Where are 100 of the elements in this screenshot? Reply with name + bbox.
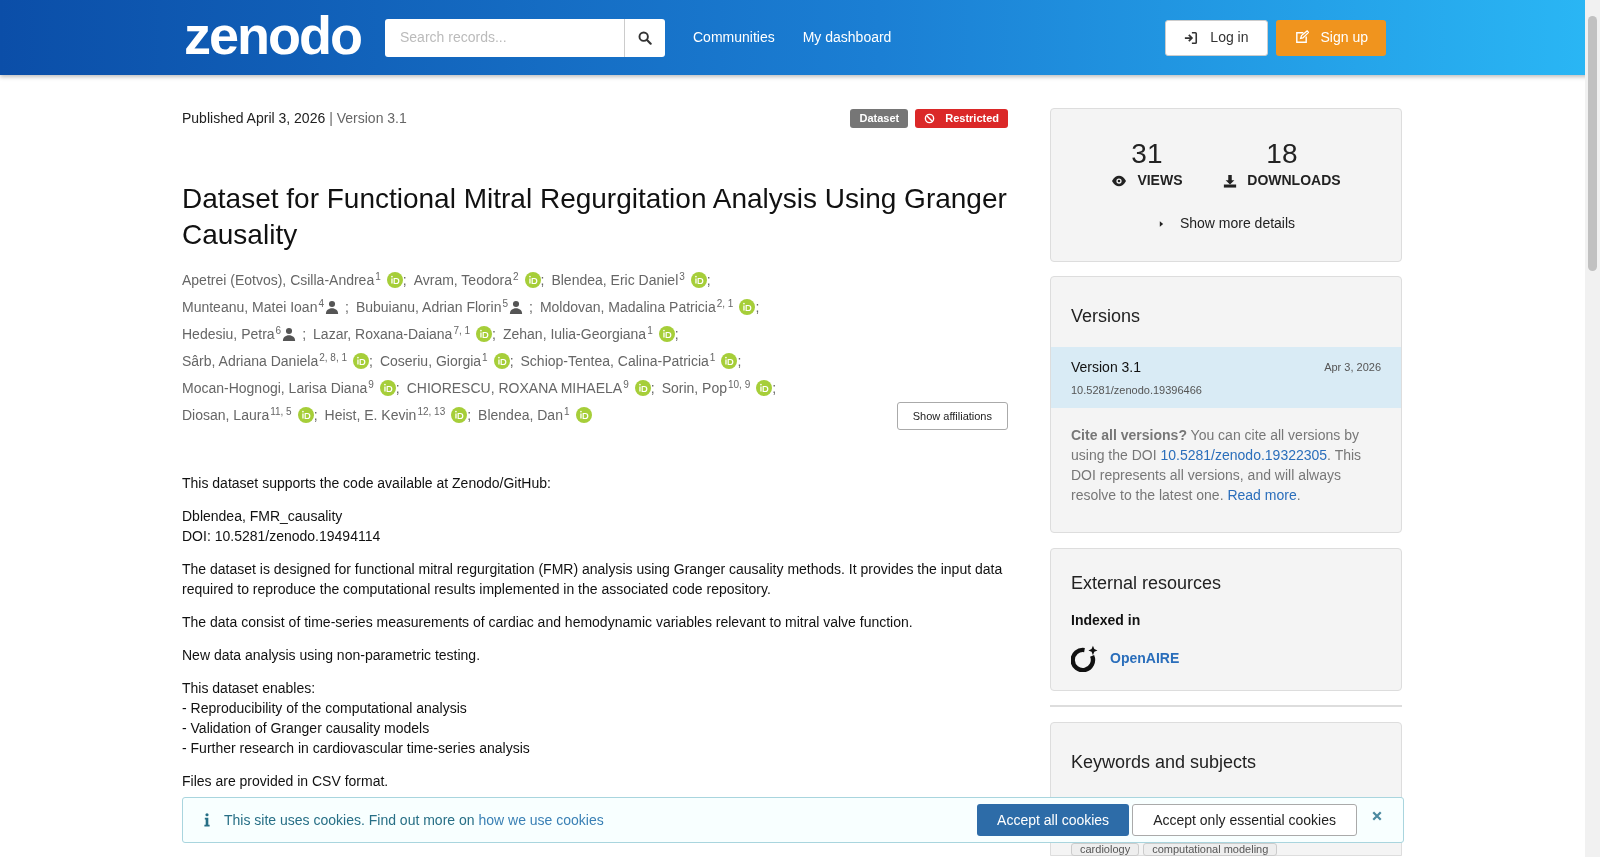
orcid-icon[interactable] — [756, 380, 773, 396]
orcid-icon[interactable] — [524, 272, 541, 288]
author-name[interactable]: Moldovan, Madalina Patricia — [539, 299, 716, 315]
restricted-badge: Restricted — [915, 108, 1008, 128]
affiliation-number: 2 — [512, 271, 519, 282]
accept-essential-button[interactable]: Accept only essential cookies — [1132, 804, 1357, 836]
record-title: Dataset for Functional Mitral Regurgitation Analysis Using Granger Causality — [182, 182, 1008, 252]
cookie-policy-link[interactable]: how we use cookies — [478, 811, 604, 828]
card-title: Keywords and subjects — [1071, 751, 1258, 774]
login-icon — [1184, 30, 1199, 45]
description-paragraph: The dataset is designed for functional mitral regurgitation (FMR) analysis using Granger causality methods. It provides the input data required to reproduce the computational results implemented in the associated code repository. — [182, 560, 1004, 599]
separator: ; — [369, 353, 373, 369]
cookie-message: This site uses cookies. Find out more on how we use cookies — [224, 810, 604, 830]
show-more-details-button[interactable]: Show more details — [1156, 213, 1296, 234]
accept-all-button[interactable]: Accept all cookies — [977, 804, 1130, 836]
edit-icon — [1293, 30, 1309, 45]
views-label: VIEWS — [1137, 171, 1183, 190]
person-icon — [509, 300, 523, 314]
orcid-icon[interactable] — [658, 326, 675, 342]
published-date: Published April 3, 2026 — [182, 108, 326, 128]
separator: ; — [313, 407, 318, 423]
author-name[interactable]: Sorin, Pop — [661, 380, 727, 396]
read-more-link[interactable]: Read more — [1227, 486, 1297, 503]
close-icon[interactable] — [1371, 810, 1383, 822]
affiliation-number: 5 — [502, 298, 508, 309]
info-icon — [203, 813, 211, 827]
orcid-icon[interactable] — [451, 407, 468, 423]
author-name[interactable]: Lazar, Roxana-Daiana — [313, 326, 453, 342]
author-name[interactable]: Hedesiu, Petra — [182, 326, 275, 342]
separator: ; — [467, 407, 472, 423]
affiliation-number: 4 — [318, 298, 324, 309]
separator: ; — [529, 299, 533, 315]
author-name[interactable]: Blendea, Dan — [478, 407, 563, 423]
separator: ; — [395, 380, 400, 396]
orcid-icon[interactable] — [297, 407, 314, 423]
separator: ; — [509, 353, 514, 369]
author-name[interactable]: Bubuianu, Adrian Florin — [355, 299, 502, 315]
description-paragraph: This dataset enables: - Reproducibility of the computational analysis - Validation of Granger causality models - Further research in cardiovascular time-series analysis — [182, 679, 531, 758]
orcid-icon[interactable] — [493, 353, 510, 369]
author-name[interactable]: CHIORESCU, ROXANA MIHAELA — [406, 380, 623, 396]
description-paragraph: New data analysis using non-parametric testing. — [182, 646, 482, 665]
orcid-icon[interactable] — [575, 407, 592, 423]
orcid-icon[interactable] — [690, 272, 707, 288]
description-paragraph: Dblendea, FMR_causality DOI: 10.5281/zenodo.19494114 — [182, 507, 382, 546]
orcid-icon[interactable] — [353, 353, 369, 369]
download-icon — [1223, 173, 1238, 188]
affiliation-number: 6 — [275, 325, 282, 336]
author-name[interactable]: Schiop-Tentea, Calina-Patricia — [520, 353, 709, 369]
author-name[interactable]: Coseriu, Giorgia — [379, 353, 482, 369]
author-name[interactable]: Mocan-Hognogi, Larisa Diana — [182, 380, 368, 396]
author-name[interactable]: Munteanu, Matei Ioan — [182, 299, 318, 315]
show-affiliations-button[interactable]: Show affiliations — [896, 402, 1008, 430]
author-name[interactable]: Sârb, Adriana Daniela — [182, 353, 319, 369]
orcid-icon[interactable] — [386, 272, 403, 288]
author-name[interactable]: Heist, E. Kevin — [324, 407, 417, 423]
separator: ; — [540, 272, 545, 288]
keyword-tag[interactable]: computational modeling — [1143, 843, 1278, 856]
type-badge: Dataset — [850, 108, 909, 128]
version-item[interactable]: Version 3.1 Apr 3, 2026 10.5281/zenodo.19396466 — [1051, 347, 1401, 408]
author-name[interactable]: Blendea, Eric Daniel — [551, 272, 679, 288]
separator: ; — [492, 326, 496, 342]
separator: ; — [772, 380, 777, 396]
eye-icon — [1111, 173, 1128, 188]
affiliation-number: 9 — [368, 379, 374, 390]
separator: ; — [737, 353, 742, 369]
author-name[interactable]: Apetrei (Eotvos), Csilla-Andrea — [182, 272, 375, 288]
affiliation-number: 1 — [482, 352, 488, 363]
affiliation-number: 1 — [709, 352, 716, 363]
affiliation-number: 9 — [623, 379, 629, 390]
section-label: Indexed in — [1071, 611, 1142, 630]
zenodo-logo[interactable]: zenodo — [182, 5, 363, 64]
version-label: | Version 3.1 — [329, 108, 407, 128]
card-title: External resources — [1071, 572, 1223, 595]
nav-link[interactable]: My dashboard — [802, 27, 892, 48]
author-name[interactable]: Zehan, Iulia-Georgiana — [502, 326, 647, 342]
nav-link[interactable]: Communities — [693, 27, 775, 48]
card-title: Versions — [1070, 305, 1142, 328]
author-name[interactable]: Avram, Teodora — [413, 272, 512, 288]
keyword-tag[interactable]: cardiology — [1071, 843, 1140, 856]
openaire-logo-icon — [1071, 645, 1098, 672]
login-button[interactable]: Log in — [1165, 19, 1268, 56]
person-icon — [325, 300, 339, 314]
separator: ; — [755, 299, 760, 315]
separator: ; — [674, 326, 679, 342]
orcid-icon[interactable] — [634, 380, 651, 396]
separator: ; — [302, 326, 307, 342]
affiliation-number: 12, 13 — [417, 406, 446, 417]
orcid-icon[interactable] — [379, 380, 396, 396]
search-icon — [638, 30, 652, 45]
orcid-icon[interactable] — [739, 299, 756, 315]
downloads-count: 18 — [1266, 139, 1298, 169]
affiliation-number: 2, 8, 1 — [319, 352, 347, 363]
orcid-icon[interactable] — [721, 353, 738, 369]
description-paragraph: The data consist of time-series measurements of cardiac and hemodynamic variables relevant to mitral valve function. — [182, 613, 914, 632]
separator: ; — [706, 272, 711, 288]
separator: ; — [345, 299, 349, 315]
author-name[interactable]: Diosan, Laura — [182, 407, 270, 423]
external-link[interactable]: OpenAIRE — [1110, 648, 1180, 669]
orcid-icon[interactable] — [476, 326, 493, 342]
scrollbar[interactable] — [1585, 0, 1600, 857]
